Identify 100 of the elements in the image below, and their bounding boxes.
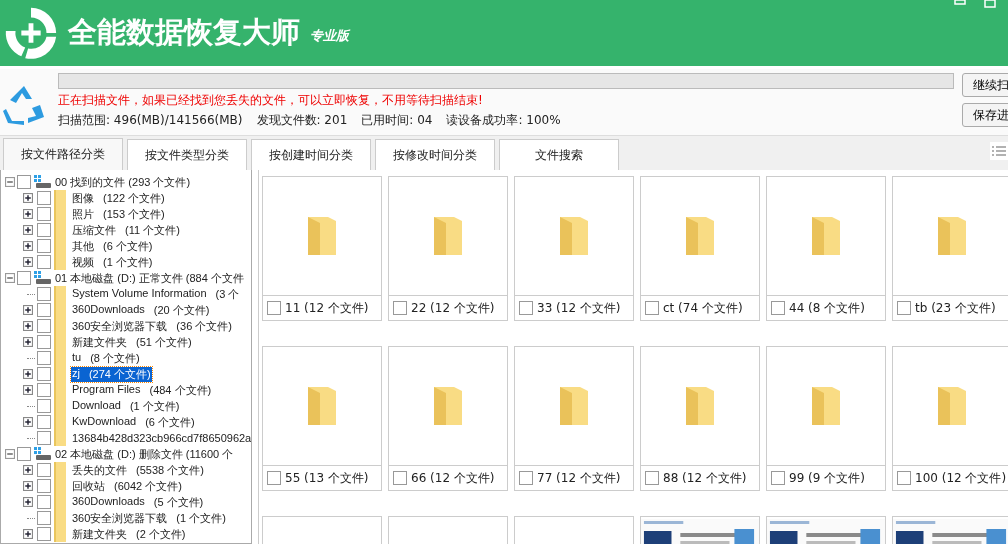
tree-item[interactable]: 新建文件夹 (51 个文件) [71, 334, 193, 350]
checkbox[interactable] [17, 175, 31, 189]
tree-item[interactable]: 360安全浏览器下载 (1 个文件) [71, 510, 227, 526]
checkbox[interactable] [519, 301, 533, 315]
checkbox[interactable] [37, 335, 51, 349]
tree-item[interactable]: Download (1 个文件) [71, 398, 181, 414]
tree-item[interactable]: 360安全浏览器下载 (36 个文件) [71, 318, 233, 334]
expander-icon[interactable] [23, 257, 33, 267]
expander-icon[interactable] [23, 529, 33, 539]
expander-icon[interactable] [23, 369, 33, 379]
checkbox[interactable] [37, 239, 51, 253]
tree-item[interactable]: 压缩文件 (11 个文件) [71, 222, 181, 238]
expander-icon[interactable] [23, 385, 33, 395]
tree-item[interactable]: 丢失的文件 (5538 个文件) [71, 462, 205, 478]
action-button[interactable]: 保存进 [962, 103, 1008, 127]
checkbox[interactable] [37, 207, 51, 221]
list-view-icon[interactable] [990, 142, 1008, 160]
checkbox[interactable] [37, 495, 51, 509]
checkbox[interactable] [897, 301, 911, 315]
checkbox[interactable] [37, 191, 51, 205]
tree-item[interactable]: 回收站 (6042 个文件) [71, 478, 183, 494]
tree-item[interactable]: 02 本地磁盘 (D:) 删除文件 (11600 个 [54, 446, 235, 462]
tab[interactable]: 文件搜索 [499, 139, 619, 170]
checkbox[interactable] [37, 399, 51, 413]
checkbox[interactable] [37, 383, 51, 397]
tree-item[interactable]: KwDownload (6 个文件) [71, 414, 196, 430]
file-label: 99 (9 个文件) [789, 469, 865, 487]
file-tile[interactable]: 77 (12 个文件) [514, 346, 634, 491]
checkbox[interactable] [37, 511, 51, 525]
tree-item[interactable]: 01 本地磁盘 (D:) 正常文件 (884 个文件 [54, 270, 245, 286]
tree-item[interactable]: 照片 (153 个文件) [71, 206, 166, 222]
expander-icon[interactable] [23, 225, 33, 235]
expander-icon[interactable] [23, 193, 33, 203]
checkbox[interactable] [37, 351, 51, 365]
file-tile[interactable]: 88 (12 个文件) [640, 346, 760, 491]
file-tile[interactable]: 66 (12 个文件) [388, 346, 508, 491]
checkbox[interactable] [37, 287, 51, 301]
file-tile[interactable]: 99 (9 个文件) [766, 346, 886, 491]
tree-item[interactable]: zj (274 个文件) [71, 366, 152, 382]
tree-item[interactable]: 其他 (6 个文件) [71, 238, 154, 254]
tree-item[interactable]: 新建文件夹 (2 个文件) [71, 526, 187, 542]
checkbox[interactable] [37, 367, 51, 381]
file-tile[interactable]: tb (23 个文件) [892, 176, 1008, 321]
checkbox[interactable] [897, 471, 911, 485]
tree-item[interactable]: 360Downloads (5 个文件) [71, 494, 205, 510]
tree-item[interactable]: System Volume Information (3 个 [71, 286, 241, 302]
checkbox[interactable] [645, 301, 659, 315]
file-label: 66 (12 个文件) [411, 469, 495, 487]
tree-item[interactable]: 视频 (1 个文件) [71, 254, 154, 270]
file-tile[interactable]: 55 (13 个文件) [262, 346, 382, 491]
tree-item[interactable]: 13684b428d323cb966cd7f8650962a [71, 432, 251, 444]
expander-icon[interactable] [23, 465, 33, 475]
checkbox[interactable] [37, 255, 51, 269]
tab[interactable]: 按文件路径分类 [3, 138, 123, 170]
tree-item[interactable]: 图像 (122 个文件) [71, 190, 166, 206]
expander-icon[interactable] [23, 481, 33, 491]
tree-item[interactable]: Program Files (484 个文件) [71, 382, 213, 398]
checkbox[interactable] [771, 471, 785, 485]
tree-item[interactable]: tu (8 个文件) [71, 350, 141, 366]
checkbox[interactable] [17, 271, 31, 285]
checkbox[interactable] [393, 471, 407, 485]
expander-icon[interactable] [23, 321, 33, 331]
expander-icon[interactable] [23, 417, 33, 427]
checkbox[interactable] [37, 223, 51, 237]
minimize-icon[interactable] [954, 0, 966, 6]
file-tile[interactable]: ct (74 个文件) [640, 176, 760, 321]
checkbox[interactable] [393, 301, 407, 315]
file-tile[interactable]: 44 (8 个文件) [766, 176, 886, 321]
expander-icon[interactable] [23, 241, 33, 251]
tab[interactable]: 按文件类型分类 [127, 139, 247, 170]
file-tile[interactable]: 33 (12 个文件) [514, 176, 634, 321]
tab[interactable]: 按创建时间分类 [251, 139, 371, 170]
checkbox[interactable] [17, 447, 31, 461]
checkbox[interactable] [267, 301, 281, 315]
expander-icon[interactable] [23, 337, 33, 347]
checkbox[interactable] [267, 471, 281, 485]
checkbox[interactable] [37, 527, 51, 541]
file-tile[interactable]: 11 (12 个文件) [262, 176, 382, 321]
file-tile[interactable]: 100 (12 个文件) [892, 346, 1008, 491]
checkbox[interactable] [37, 415, 51, 429]
checkbox[interactable] [37, 431, 51, 445]
action-button[interactable]: 继续扫 [962, 73, 1008, 97]
tree-item[interactable]: 360Downloads (20 个文件) [71, 302, 211, 318]
checkbox[interactable] [37, 463, 51, 477]
checkbox[interactable] [519, 471, 533, 485]
scan-message: 正在扫描文件，如果已经找到您丢失的文件，可以立即恢复，不用等待扫描结束! [58, 92, 484, 109]
tree-item[interactable]: 00 找到的文件 (293 个文件) [54, 174, 192, 190]
expander-icon[interactable] [23, 497, 33, 507]
checkbox[interactable] [37, 479, 51, 493]
expander-icon[interactable] [23, 209, 33, 219]
file-tile[interactable]: 22 (12 个文件) [388, 176, 508, 321]
checkbox[interactable] [771, 301, 785, 315]
tab[interactable]: 按修改时间分类 [375, 139, 495, 170]
expander-icon[interactable] [23, 305, 33, 315]
file-label: 100 (12 个文件) [915, 469, 1007, 487]
checkbox[interactable] [645, 471, 659, 485]
maximize-icon[interactable] [984, 0, 996, 8]
checkbox[interactable] [37, 319, 51, 333]
folder-icon [812, 387, 840, 425]
checkbox[interactable] [37, 303, 51, 317]
